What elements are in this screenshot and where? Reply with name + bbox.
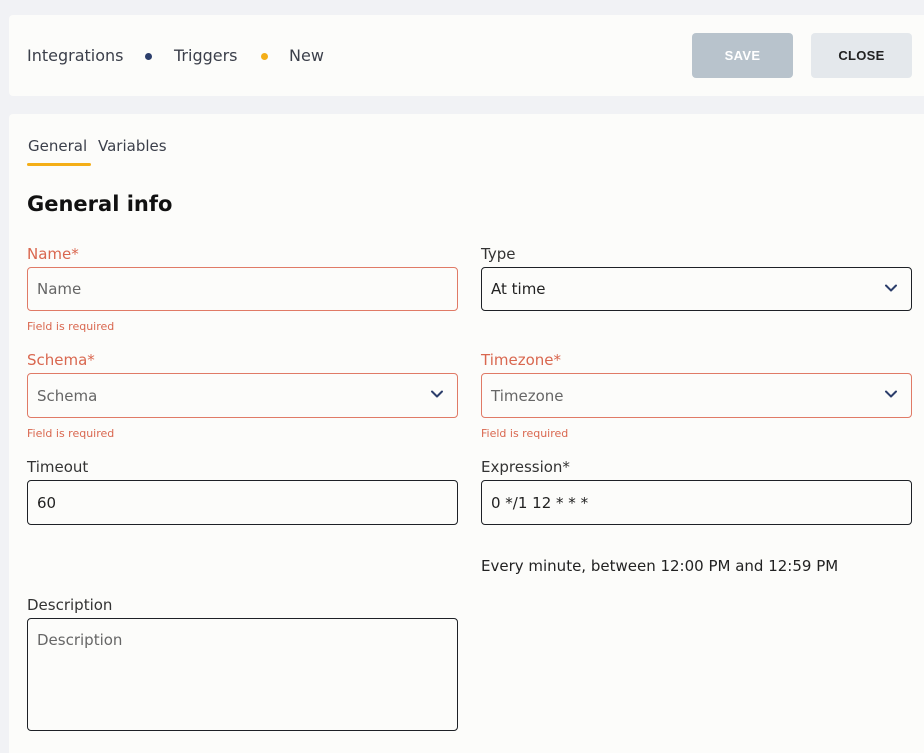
type-value: At time [491,280,546,298]
type-label: Type [481,245,516,263]
breadcrumb-separator-dot [145,53,152,60]
chevron-down-icon [885,284,897,292]
tab-variables[interactable]: Variables [98,136,167,156]
save-button[interactable]: SAVE [692,33,793,78]
timezone-select[interactable]: Timezone [481,373,912,418]
close-button[interactable]: CLOSE [811,33,912,78]
breadcrumb-integrations[interactable]: Integrations [27,46,124,66]
name-label: Name* [27,245,79,263]
description-textarea[interactable]: Description [27,618,458,731]
name-error: Field is required [27,320,115,333]
description-label: Description [27,596,113,614]
schema-select[interactable]: Schema [27,373,458,418]
expression-label: Expression* [481,458,570,476]
timeout-value: 60 [37,493,57,512]
timezone-label: Timezone* [481,351,561,369]
header-bar: Integrations Triggers New SAVE CLOSE [9,15,924,96]
timeout-input[interactable]: 60 [27,480,458,525]
form-panel: General Variables General info Name* Nam… [9,114,924,753]
breadcrumb-triggers[interactable]: Triggers [174,46,238,66]
schema-error: Field is required [27,427,115,440]
timeout-label: Timeout [27,458,89,476]
schema-label: Schema* [27,351,95,369]
chevron-down-icon [885,390,897,398]
active-tab-indicator [27,163,91,166]
breadcrumb-separator-dot [261,53,268,60]
section-title: General info [27,192,173,216]
tab-general[interactable]: General [28,136,87,156]
timezone-error: Field is required [481,427,569,440]
schema-placeholder: Schema [37,386,98,405]
expression-description: Every minute, between 12:00 PM and 12:59… [481,557,839,575]
name-input[interactable]: Name [27,267,458,311]
type-select[interactable]: At time [481,267,912,311]
description-placeholder: Description [37,631,123,649]
name-placeholder: Name [37,280,82,298]
breadcrumb-new: New [289,46,324,65]
expression-input[interactable]: 0 */1 12 * * * [481,480,912,525]
timezone-placeholder: Timezone [491,386,564,405]
expression-value: 0 */1 12 * * * [491,493,589,512]
chevron-down-icon [431,390,443,398]
